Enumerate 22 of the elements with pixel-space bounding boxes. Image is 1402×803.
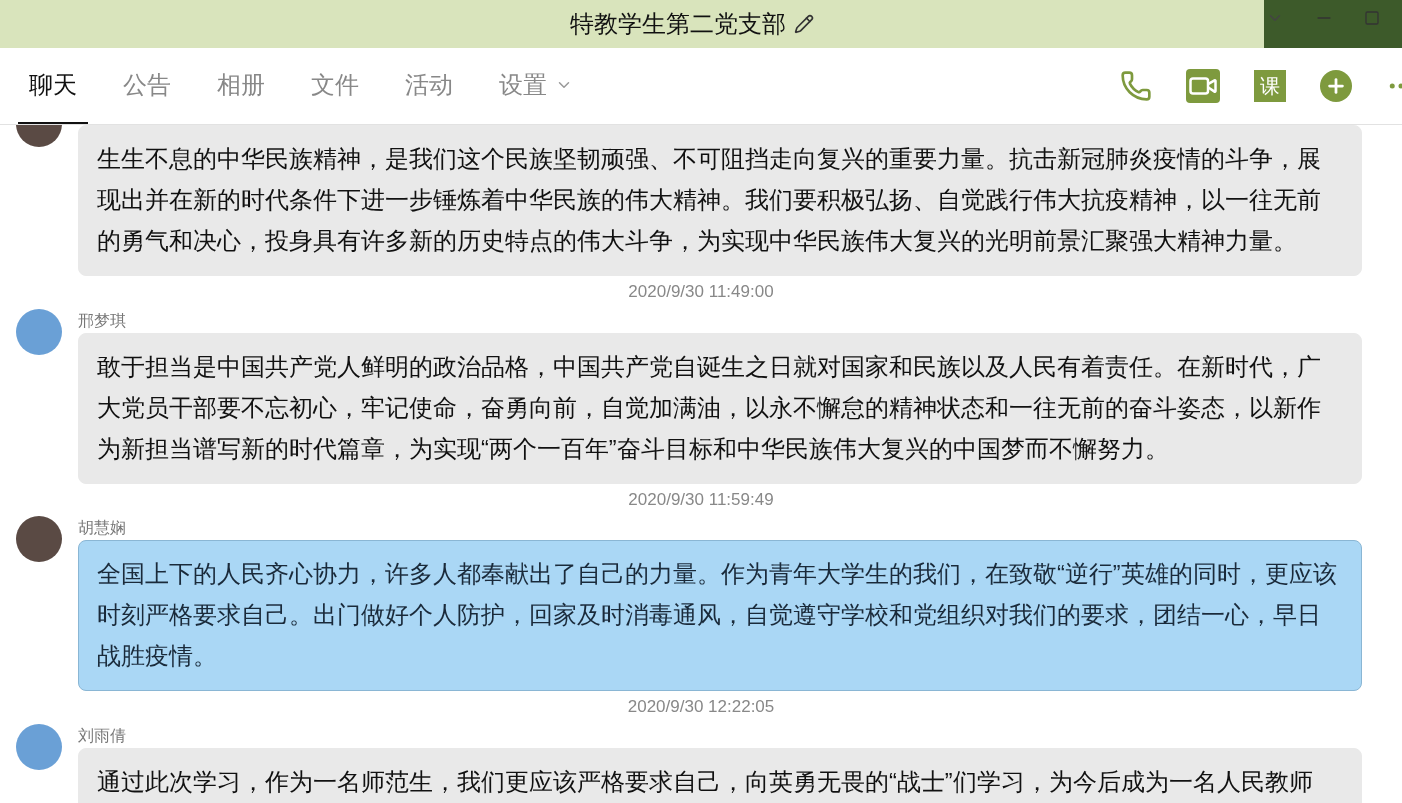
tab[interactable]: 公告 [112,48,182,124]
sender-name: 胡慧娴 [78,518,127,538]
message-bubble: 敢于担当是中国共产党人鲜明的政治品格，中国共产党自诞生之日就对国家和民族以及人民有着责任。在新时代，广大党员干部要不忘初心，牢记使命，奋勇向前，自觉加满油，以永不懈怠的精神状态和一往无前的奋斗姿态，以新作为新担当谱写新的时代篇章，为实现“两个一百年”奋斗目标和中华民族伟大复兴的中国梦而不懈努力。 [78,332,1362,484]
window-title: 特教学生第二党支部 [570,9,786,39]
timestamp: 2020/9/30 11:49:00 [628,281,774,303]
tab[interactable]: 活动 [394,48,464,124]
timestamp: 2020/9/30 11:59:49 [628,488,774,511]
message-bubble: 全国上下的人民齐心协力，许多人都奉献出了自己的力量。作为青年大学生的我们，在致敬“逆行”英雄的同时，更应该时刻严格要求自己。出门做好个人防护，回家及时消毒通风，自觉遵守学校和党组织对我们的要求，团结一心，早日战胜疫情。 [78,540,1362,691]
tab[interactable]: 设置 [488,48,584,124]
tab[interactable]: 相册 [206,48,276,124]
edit-icon[interactable] [794,14,814,34]
message-bubble: 生生不息的中华民族精神，是我们这个民族坚韧顽强、不可阻挡走向复兴的重要力量。抗击新冠肺炎疫情的斗争，展现出并在新的时代条件下进一步锤炼着中华民族的伟大精神。我们要积极弘扬、自觉践行伟大抗疫精神，以一往无前的勇气和决心，投身具有许多新的历史特点的伟大斗争，为实现中华民族伟大复兴的光明前景汇聚强大精神力量。 [78,125,1362,276]
tab[interactable]: 文件 [300,48,370,124]
sender-name: 邢梦琪 [78,310,127,331]
sender-name: 刘雨倩 [78,725,127,746]
phone-icon[interactable] [1120,70,1152,102]
avatar[interactable] [16,516,62,562]
timestamp: 2020/9/30 12:22:05 [627,696,775,718]
message-bubble: 通过此次学习，作为一名师范生，我们更应该严格要求自己，向英勇无畏的“战士”们学习，为今后成为一名人民教师 [78,747,1362,803]
video-icon[interactable] [1186,69,1220,103]
add-icon[interactable] [1320,70,1352,102]
class-button[interactable]: 课 [1254,70,1286,102]
